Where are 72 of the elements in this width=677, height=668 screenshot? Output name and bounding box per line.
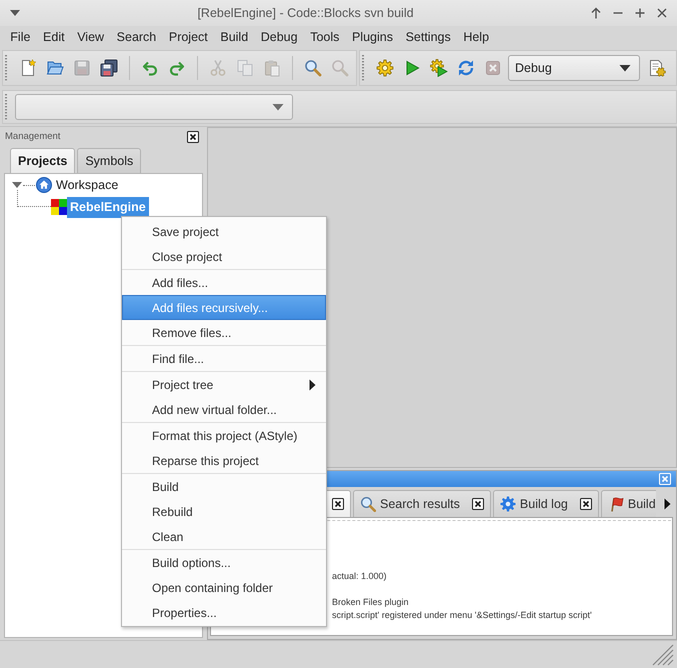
gear-play-icon [430, 59, 448, 77]
menu-item[interactable]: Add new virtual folder... [122, 397, 326, 422]
menu-item[interactable]: View [70, 26, 110, 48]
arrow-up-icon[interactable] [590, 7, 602, 19]
folder-icon [46, 59, 64, 77]
x-square-icon [484, 59, 502, 77]
tab[interactable]: Symbols [77, 148, 142, 173]
menu-item[interactable]: File [4, 26, 37, 48]
log-line: script.script' registered under menu '&Settings/-Edit startup script' [332, 609, 592, 622]
gear-icon [500, 496, 516, 512]
window-title: [RebelEngine] - Code::Blocks svn build [196, 6, 415, 20]
gear-icon [376, 59, 394, 77]
menu-item[interactable]: Open containing folder [122, 575, 326, 600]
grip-icon[interactable] [4, 54, 8, 82]
close-icon[interactable] [472, 498, 484, 510]
scissors-icon [209, 59, 227, 77]
grip-icon[interactable] [361, 54, 365, 82]
search-icon [304, 59, 322, 77]
close-icon[interactable] [332, 498, 344, 510]
circular-arrows-icon [457, 59, 475, 77]
menu-item[interactable]: Format this project (AStyle) [122, 423, 326, 448]
menu-item[interactable]: Project tree [122, 372, 326, 397]
menu-item[interactable]: Reparse this project [122, 448, 326, 473]
menu-item[interactable]: Rebuild [122, 499, 326, 524]
grip-icon[interactable] [4, 93, 8, 121]
menu-item[interactable]: Project [162, 26, 214, 48]
menu-item[interactable]: Find file... [122, 346, 326, 371]
log-line: actual: 1.000) [332, 570, 387, 583]
new-page-icon [19, 59, 37, 77]
menu-item[interactable]: Close project [122, 244, 326, 269]
magnifier-icon [331, 59, 349, 77]
close-icon[interactable] [656, 7, 668, 19]
resize-grip-icon[interactable] [652, 644, 674, 666]
page-gear-icon [648, 59, 666, 77]
menu-item[interactable]: Debug [254, 26, 304, 48]
home-icon [36, 177, 52, 193]
caret-down-icon [272, 103, 284, 111]
caret-right-icon[interactable] [664, 498, 671, 510]
close-icon[interactable] [187, 130, 199, 142]
menu-item[interactable]: Clean [122, 524, 326, 549]
menu-item[interactable]: Add files... [122, 270, 326, 295]
undo-arrow-icon [141, 59, 159, 77]
menu-item[interactable]: Edit [36, 26, 71, 48]
menu-item[interactable]: Build [122, 474, 326, 499]
redo-arrow-icon [168, 59, 186, 77]
menu-item[interactable]: Help [457, 26, 496, 48]
maximize-icon[interactable] [634, 7, 646, 19]
tab[interactable]: Build log [492, 490, 599, 517]
clipboard-icon [263, 59, 281, 77]
caret-down-icon [619, 64, 631, 72]
four-squares-icon [51, 199, 67, 215]
combo-box[interactable] [15, 94, 293, 120]
build-target-dropdown[interactable]: Debug [508, 55, 640, 81]
tab[interactable]: Search results [353, 490, 491, 517]
menu-item[interactable]: Properties... [122, 600, 326, 625]
menu-item[interactable]: Tools [304, 26, 346, 48]
menu-item[interactable]: Build options... [122, 550, 326, 575]
log-line: Broken Files plugin [332, 596, 409, 609]
menu-item[interactable]: Plugins [346, 26, 400, 48]
magnifier-icon [360, 496, 376, 512]
tab[interactable]: Projects [10, 148, 76, 173]
menu-item[interactable]: Build [214, 26, 254, 48]
close-icon[interactable] [580, 498, 592, 510]
tree-item[interactable]: Workspace [53, 174, 122, 196]
menu-item[interactable]: Settings [399, 26, 458, 48]
tab[interactable]: Build [600, 490, 656, 517]
floppy-disks-icon [100, 59, 118, 77]
panel-title: Management [5, 131, 60, 142]
menu-item[interactable]: Remove files... [122, 320, 326, 345]
copy-pages-icon [236, 59, 254, 77]
menu-item[interactable]: Search [110, 26, 163, 48]
menu-item[interactable]: Save project [122, 219, 326, 244]
